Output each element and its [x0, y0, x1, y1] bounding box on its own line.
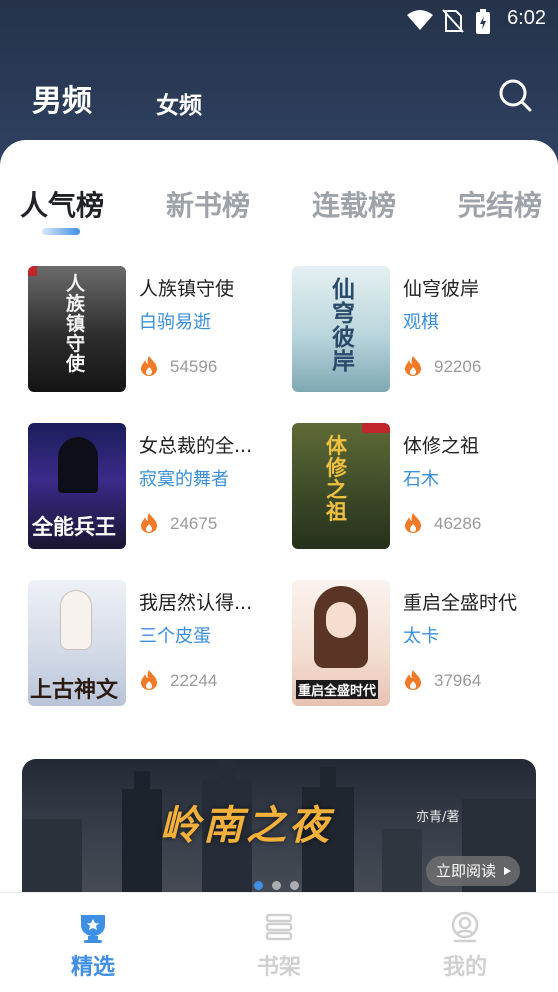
book-title: 我居然认得...: [139, 592, 253, 614]
wifi-icon: [407, 10, 433, 30]
book-cover: 人族镇守使: [28, 266, 126, 392]
promo-banner[interactable]: 岭南之夜 亦青/著 立即阅读: [22, 759, 536, 892]
rank-tabs: 人气榜 新书榜 连载榜 完结榜: [0, 184, 558, 244]
book-item[interactable]: 全能兵王 女总裁的全... 寂寞的舞者 24675: [28, 423, 288, 551]
tab-female[interactable]: 女频: [156, 86, 202, 120]
book-item[interactable]: 体修之祖 体修之祖 石木 46286: [292, 423, 552, 551]
book-title: 体修之祖: [403, 435, 480, 457]
book-cover: 上古神文: [28, 580, 126, 706]
banner-author: 亦青/著: [416, 810, 460, 825]
read-now-label: 立即阅读: [436, 862, 497, 880]
book-author: 三个皮蛋: [139, 626, 211, 647]
profile-icon: [451, 911, 479, 943]
book-item[interactable]: 上古神文 我居然认得... 三个皮蛋 22244: [28, 580, 288, 708]
popularity-count: 54596: [170, 357, 218, 376]
book-title: 女总裁的全...: [139, 435, 253, 457]
fire-icon: [141, 670, 157, 690]
nav-featured[interactable]: 精选: [43, 893, 143, 992]
cover-title: 仙穹彼岸: [332, 276, 355, 375]
book-title: 人族镇守使: [139, 278, 235, 300]
play-arrow-icon: [504, 867, 512, 875]
book-item[interactable]: 人族镇守使 人族镇守使 白驹易逝 54596: [28, 266, 288, 394]
tab-completed[interactable]: 完结榜: [458, 184, 542, 224]
pagination-dot-active[interactable]: [254, 881, 263, 890]
book-item[interactable]: 仙穹彼岸 仙穹彼岸 观棋 92206: [292, 266, 552, 394]
nav-label: 精选: [70, 954, 115, 980]
tab-popular[interactable]: 人气榜: [20, 184, 104, 224]
tab-serializing[interactable]: 连载榜: [312, 184, 396, 224]
status-bar: 6:02: [0, 0, 558, 40]
no-sim-icon: [442, 9, 464, 33]
book-cover: 重启全盛时代: [292, 580, 390, 706]
book-author: 太卡: [403, 626, 439, 647]
book-author: 寂寞的舞者: [139, 469, 229, 490]
popularity-count: 92206: [434, 357, 482, 376]
tab-male[interactable]: 男频: [32, 76, 92, 120]
bookshelf-icon: [265, 913, 293, 941]
battery-icon: [476, 9, 490, 34]
bottom-nav: 精选 书架 我的: [0, 892, 558, 992]
book-title: 重启全盛时代: [403, 592, 518, 614]
tab-new-books[interactable]: 新书榜: [166, 184, 250, 224]
read-now-button[interactable]: 立即阅读: [426, 856, 521, 886]
nav-profile[interactable]: 我的: [415, 893, 515, 992]
popularity-count: 22244: [170, 671, 218, 690]
popularity-count: 24675: [170, 514, 218, 533]
fire-icon: [405, 356, 421, 376]
fire-icon: [141, 513, 157, 533]
nav-label: 书架: [256, 954, 301, 980]
nav-label: 我的: [442, 954, 487, 980]
pagination-dot[interactable]: [290, 881, 299, 890]
cover-title: 重启全盛时代: [296, 680, 379, 699]
book-title: 仙穹彼岸: [403, 278, 480, 300]
cover-title: 体修之祖: [326, 433, 347, 524]
book-author: 石木: [403, 469, 439, 490]
fire-icon: [405, 513, 421, 533]
content-card: 人气榜 新书榜 连载榜 完结榜 人族镇守使 人族镇守使 白驹易逝 54596 仙…: [0, 140, 558, 892]
book-cover: 全能兵王: [28, 423, 126, 549]
pagination-dot[interactable]: [272, 881, 281, 890]
book-cover: 仙穹彼岸: [292, 266, 390, 392]
status-time: 6:02: [507, 7, 546, 29]
search-icon[interactable]: [496, 76, 534, 114]
popularity-count: 46286: [434, 514, 482, 533]
banner-title: 岭南之夜: [160, 802, 332, 849]
nav-bookshelf[interactable]: 书架: [229, 893, 329, 992]
cover-title: 上古神文: [30, 677, 119, 703]
book-author: 白驹易逝: [139, 312, 211, 333]
fire-icon: [405, 670, 421, 690]
cover-title: 人族镇守使: [66, 273, 86, 375]
fire-icon: [141, 356, 157, 376]
book-author: 观棋: [403, 312, 439, 333]
book-item[interactable]: 重启全盛时代 重启全盛时代 太卡 37964: [292, 580, 552, 708]
tab-indicator: [42, 228, 80, 235]
trophy-icon: [81, 915, 105, 943]
cover-title: 全能兵王: [32, 514, 116, 539]
book-cover: 体修之祖: [292, 423, 390, 549]
popularity-count: 37964: [434, 671, 482, 690]
